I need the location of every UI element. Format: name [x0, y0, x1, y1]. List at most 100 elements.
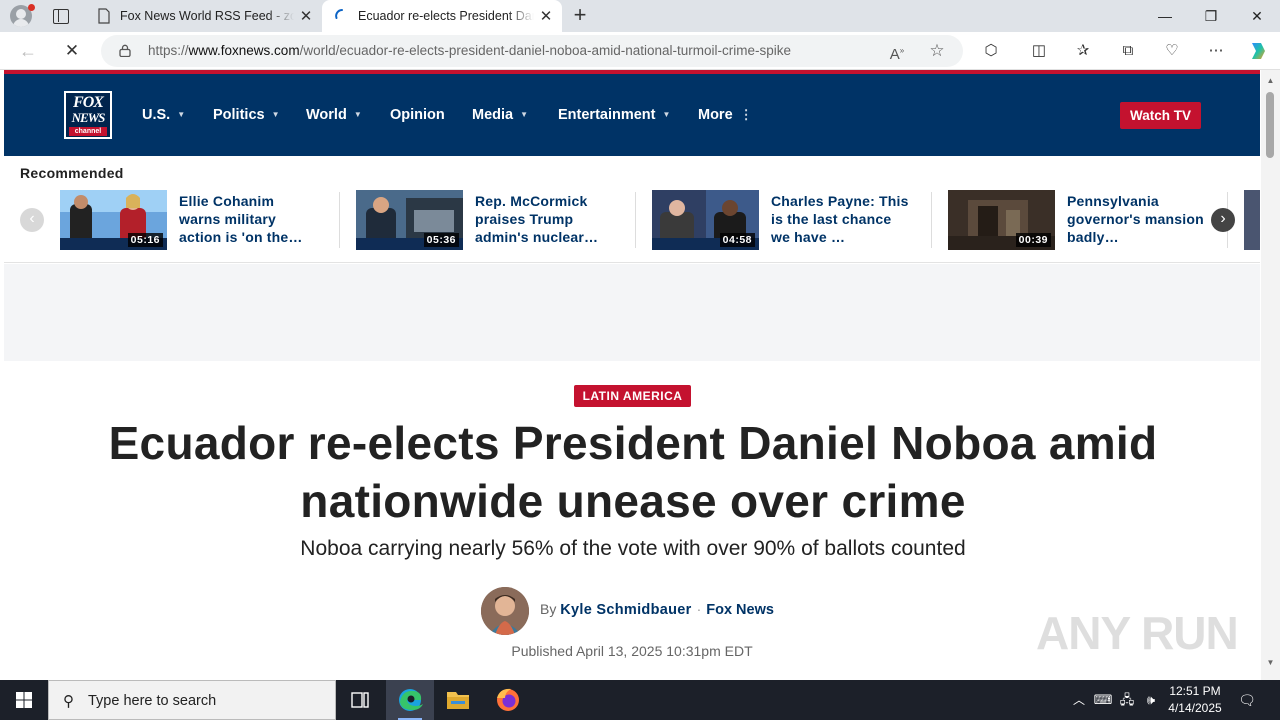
search-placeholder: Type here to search [88, 693, 217, 709]
recommended-title[interactable]: Pennsylvania governor's mansion badly… [1067, 192, 1207, 248]
file-explorer-icon[interactable] [434, 680, 482, 720]
card-divider [635, 192, 636, 248]
recommended-carousel: Recommended ‹ 05:16 Ellie Cohanim warns … [4, 156, 1260, 263]
byline-prefix: By [540, 601, 557, 617]
logo-text-fox: FOX [73, 94, 104, 111]
recommended-title[interactable]: Rep. McCormick praises Trump admin's nuc… [475, 192, 615, 248]
tab-actions-icon[interactable] [50, 6, 70, 26]
notifications-icon[interactable]: 🗨 [1236, 680, 1258, 720]
favorites-icon[interactable]: ✰ [1072, 40, 1094, 62]
logo-text-news: NEWS [71, 110, 106, 125]
video-thumbnail[interactable] [1244, 190, 1260, 250]
firefox-icon[interactable] [484, 680, 532, 720]
nav-item-us[interactable]: U.S. ▼ [142, 74, 185, 156]
url-scheme: https:// [148, 43, 189, 58]
article-headline: Ecuador re-elects President Daniel Noboa… [108, 417, 1158, 527]
nav-item-politics[interactable]: Politics ▼ [213, 74, 280, 156]
collections-icon[interactable]: ⧉ [1117, 40, 1139, 62]
copilot-icon[interactable] [1246, 40, 1270, 62]
fox-news-logo[interactable]: FOX NEWS channel [64, 91, 112, 139]
taskbar-search[interactable]: ⚲ Type here to search [48, 680, 336, 720]
separator-dot: · [696, 601, 702, 617]
volume-icon[interactable]: 🕪 [1140, 680, 1162, 720]
close-tab-icon[interactable]: ✕ [534, 7, 558, 25]
network-icon[interactable]: 🖧 [1116, 680, 1138, 720]
published-date: Published April 13, 2025 10:31pm EDT [511, 643, 753, 659]
document-icon [98, 8, 110, 24]
scrollbar-thumb[interactable] [1266, 92, 1274, 158]
clock-time: 12:51 PM [1169, 684, 1221, 698]
browser-tab-strip: Fox News World RSS Feed - zovel ✕ Ecuado… [0, 0, 1280, 32]
browser-tab-article[interactable]: Ecuador re-elects President Daniel Noboa… [322, 0, 562, 32]
scroll-down-icon[interactable]: ▼ [1265, 658, 1276, 668]
video-thumbnail[interactable]: 05:16 [60, 190, 167, 250]
browser-tab-rss[interactable]: Fox News World RSS Feed - zovel ✕ [84, 0, 322, 32]
author-link[interactable]: Kyle Schmidbauer [560, 602, 691, 618]
read-aloud-icon[interactable]: A» [887, 41, 907, 63]
address-bar[interactable]: https://www.foxnews.com/world/ecuador-re… [101, 35, 963, 67]
scroll-up-icon[interactable]: ▲ [1265, 76, 1276, 86]
anyrun-watermark: ANY RUN [1036, 607, 1239, 659]
task-view-icon[interactable] [336, 680, 384, 720]
device-icon[interactable]: ⌨ [1092, 680, 1114, 720]
lock-icon [119, 44, 131, 57]
new-tab-icon[interactable]: + [568, 4, 592, 28]
search-icon: ⚲ [63, 693, 74, 710]
carousel-prev-icon[interactable]: ‹ [20, 208, 44, 232]
close-window-icon[interactable]: ✕ [1234, 0, 1280, 32]
tab-title: Fox News World RSS Feed - zovel [120, 9, 294, 23]
card-divider [931, 192, 932, 248]
nav-label: Politics [213, 107, 265, 123]
article-subheadline: Noboa carrying nearly 56% of the vote wi… [300, 537, 966, 560]
restore-icon[interactable]: ❐ [1188, 0, 1234, 32]
show-hidden-icons-chevron-icon[interactable]: ︿ [1068, 680, 1090, 720]
nav-item-opinion[interactable]: Opinion [390, 74, 445, 156]
close-tab-icon[interactable]: ✕ [294, 7, 318, 25]
windows-start-icon[interactable] [0, 680, 48, 720]
stop-loading-icon[interactable]: ✕ [60, 39, 84, 63]
clock-date: 4/14/2025 [1168, 701, 1222, 715]
notification-dot [28, 4, 35, 11]
nav-item-more[interactable]: More ⋮ [698, 74, 753, 156]
author-photo [481, 587, 529, 635]
video-thumbnail[interactable]: 04:58 [652, 190, 759, 250]
author-avatar[interactable] [481, 587, 529, 635]
video-thumbnail[interactable]: 05:36 [356, 190, 463, 250]
url-host: www.foxnews.com [188, 43, 300, 58]
recommended-title[interactable]: Charles Payne: This is the last chance w… [771, 192, 911, 248]
video-thumbnail[interactable]: 00:39 [948, 190, 1055, 250]
nav-label: Media [472, 107, 514, 123]
caret-down-icon: ▼ [662, 110, 671, 120]
edge-browser-icon[interactable] [386, 680, 434, 720]
tab-title: Ecuador re-elects President Daniel Noboa [358, 9, 534, 23]
nav-label: World [306, 107, 347, 123]
recommended-title[interactable]: Ellie Cohanim warns military action is '… [179, 192, 319, 248]
back-arrow-icon[interactable]: ← [16, 39, 40, 63]
recommended-card-partial[interactable] [1244, 190, 1260, 250]
site-header: FOX NEWS channel U.S. ▼ Politics ▼ World ▼ … [4, 74, 1260, 156]
nav-label: More [698, 107, 733, 123]
caret-down-icon: ▼ [353, 110, 362, 120]
nav-item-media[interactable]: Media ▼ [472, 74, 528, 156]
page-scrollbar[interactable]: ▲ ▼ [1261, 70, 1280, 680]
windows-taskbar: ⚲ Type here to search ︿ ⌨ 🖧 🕪 12:51 PM 4… [0, 680, 1280, 720]
minimize-icon[interactable]: — [1142, 0, 1188, 32]
browser-essentials-icon[interactable]: ♡ [1161, 40, 1183, 62]
extensions-icon[interactable]: ⬡ [980, 40, 1002, 62]
outlet-link[interactable]: Fox News [706, 602, 774, 618]
video-duration: 05:36 [423, 233, 459, 247]
system-clock[interactable]: 12:51 PM 4/14/2025 [1160, 683, 1230, 717]
watch-tv-button[interactable]: Watch TV [1120, 102, 1201, 129]
nav-item-world[interactable]: World ▼ [306, 74, 362, 156]
url-path: /world/ecuador-re-elects-president-danie… [299, 43, 792, 58]
settings-more-icon[interactable]: ⋯ [1205, 40, 1227, 62]
logo-text-channel: channel [69, 127, 107, 136]
category-tag[interactable]: LATIN AMERICA [574, 385, 691, 407]
card-divider [339, 192, 340, 248]
carousel-next-icon[interactable]: › [1211, 208, 1235, 232]
split-screen-icon[interactable]: ◫ [1028, 40, 1050, 62]
nav-item-entertainment[interactable]: Entertainment ▼ [558, 74, 670, 156]
favorite-star-icon[interactable]: ☆ [927, 41, 947, 61]
loading-spinner-icon [335, 9, 343, 19]
web-page: FOX NEWS channel U.S. ▼ Politics ▼ World ▼ … [0, 70, 1280, 680]
